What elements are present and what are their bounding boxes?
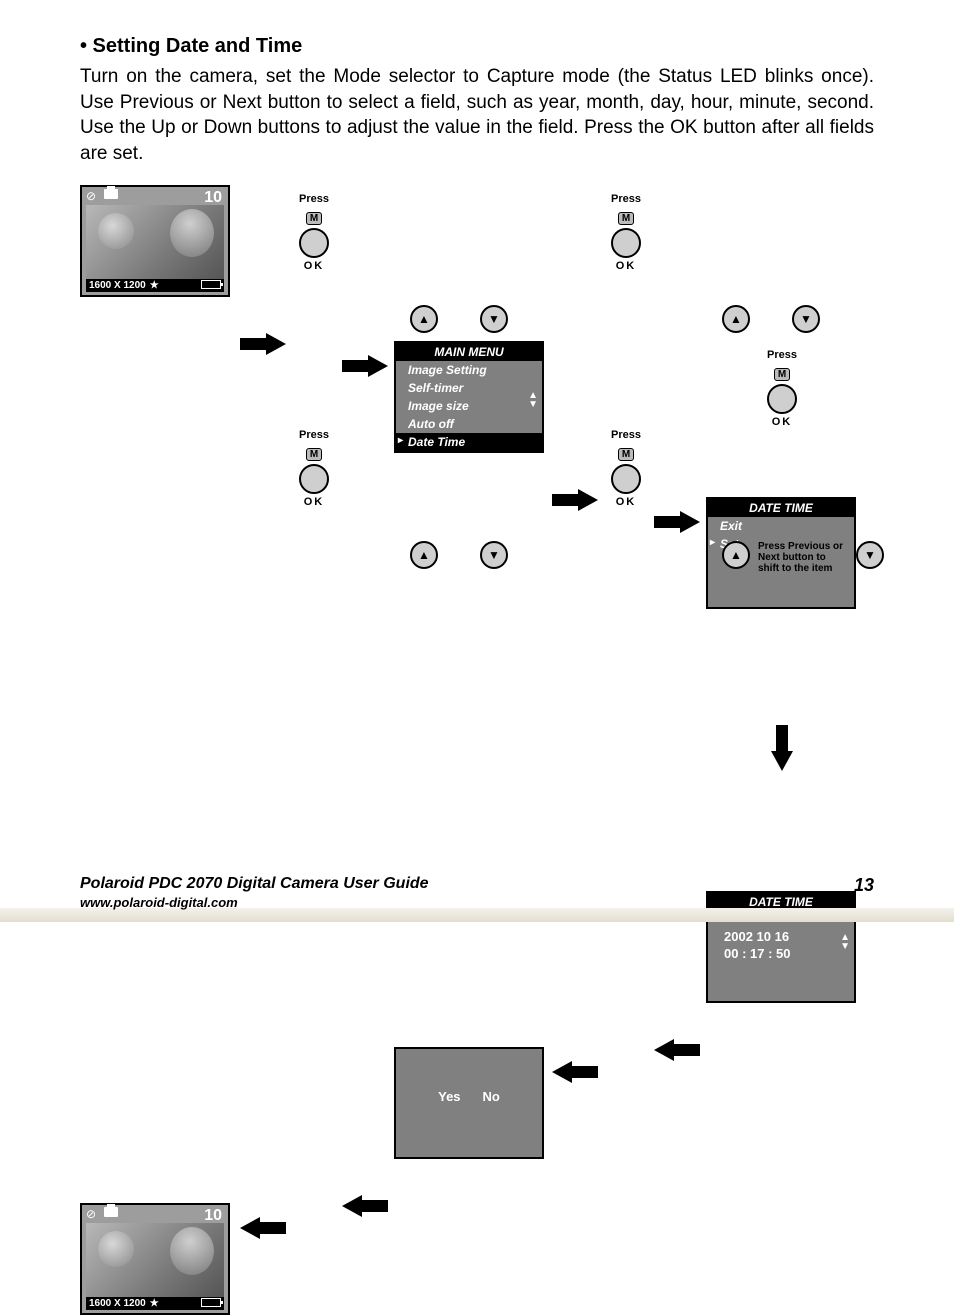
battery-icon — [201, 280, 221, 289]
no-label: No — [483, 1089, 500, 1104]
lcd-preview-2: ⊘ 10 1600 X 1200 ★ — [80, 1203, 230, 1315]
page-number: 13 — [854, 875, 874, 896]
arrow-down-icon — [771, 725, 793, 771]
press-label: Press — [292, 193, 336, 205]
up-down-buttons: ▲ ▼ — [410, 305, 508, 333]
arrow-left-icon — [240, 1217, 286, 1239]
footer-guide-title: Polaroid PDC 2070 Digital Camera User Gu… — [80, 875, 874, 893]
camera-icon — [104, 1207, 118, 1217]
ok-label: OK — [604, 496, 648, 508]
photo-placeholder — [86, 1223, 224, 1297]
up-button-icon: ▲ — [722, 305, 750, 333]
ok-circle-icon — [299, 228, 329, 258]
ok-label: OK — [604, 260, 648, 272]
page-footer: Polaroid PDC 2070 Digital Camera User Gu… — [80, 875, 874, 910]
photo-placeholder — [86, 205, 224, 279]
main-menu-screen: MAIN MENU Image Setting Self-timer Image… — [394, 341, 544, 453]
resolution-bar: 1600 X 1200 ★ — [86, 279, 224, 292]
m-ok-button-4: Press M OK — [604, 429, 648, 508]
m-badge: M — [618, 448, 634, 461]
ok-circle-icon — [611, 228, 641, 258]
arrow-right-icon — [342, 355, 388, 377]
m-ok-button-3: Press M OK — [760, 349, 804, 428]
down-button-icon: ▼ — [792, 305, 820, 333]
section-heading: • Setting Date and Time — [80, 35, 874, 58]
press-label: Press — [760, 349, 804, 361]
up-down-buttons: ▲ ▼ — [410, 541, 508, 569]
menu-item: Self-timer — [396, 379, 542, 397]
ok-circle-icon — [299, 464, 329, 494]
press-label: Press — [604, 429, 648, 441]
ok-circle-icon — [611, 464, 641, 494]
camera-icon — [104, 189, 118, 199]
nav-hint: Press Previous or Next button to shift t… — [758, 541, 848, 574]
m-badge: M — [306, 212, 322, 225]
footer-band — [0, 908, 954, 922]
up-button-icon: ▲ — [722, 541, 750, 569]
resolution-text: 1600 X 1200 — [89, 1298, 146, 1309]
resolution-bar: 1600 X 1200 ★ — [86, 1297, 224, 1310]
scroll-arrows-icon: ▲▼ — [528, 391, 538, 409]
date-value: 2002 10 16 — [724, 929, 854, 944]
down-button-icon: ▼ — [480, 305, 508, 333]
ok-label: OK — [760, 416, 804, 428]
menu-item: Exit — [708, 517, 854, 535]
quality-star-icon: ★ — [150, 1298, 159, 1309]
flash-icon: ⊘ — [86, 189, 96, 203]
m-badge: M — [618, 212, 634, 225]
up-button-icon: ▲ — [410, 305, 438, 333]
press-label: Press — [292, 429, 336, 441]
arrow-right-icon — [654, 511, 700, 533]
up-down-buttons: ▲ ▼ — [722, 305, 820, 333]
ok-label: OK — [292, 260, 336, 272]
menu-item: Image size — [396, 397, 542, 415]
quality-star-icon: ★ — [150, 280, 159, 291]
scroll-arrows-icon: ▲▼ — [840, 933, 850, 951]
down-button-icon: ▼ — [480, 541, 508, 569]
yes-label: Yes — [438, 1089, 460, 1104]
arrow-right-icon — [552, 489, 598, 511]
ok-label: OK — [292, 496, 336, 508]
up-down-buttons-with-hint: ▲ Press Previous or Next button to shift… — [722, 541, 884, 574]
section-body: Turn on the camera, set the Mode selecto… — [80, 64, 874, 167]
resolution-text: 1600 X 1200 — [89, 280, 146, 291]
arrow-left-icon — [552, 1061, 598, 1083]
flash-icon: ⊘ — [86, 1207, 96, 1221]
arrow-left-icon — [654, 1039, 700, 1061]
menu-item: Auto off — [396, 415, 542, 433]
m-ok-button-2: Press M OK — [604, 193, 648, 272]
ok-circle-icon — [767, 384, 797, 414]
m-badge: M — [774, 368, 790, 381]
m-ok-button-1: Press M OK — [292, 193, 336, 272]
arrow-right-icon — [240, 333, 286, 355]
menu-title: MAIN MENU — [396, 343, 542, 361]
menu-title: DATE TIME — [708, 499, 854, 517]
arrow-left-icon — [342, 1195, 388, 1217]
menu-item-selected: Date Time — [396, 433, 542, 451]
time-value: 00 : 17 : 50 — [724, 946, 854, 961]
down-button-icon: ▼ — [856, 541, 884, 569]
up-button-icon: ▲ — [410, 541, 438, 569]
flow-diagram: ⊘ 10 1600 X 1200 ★ Press M OK MAIN MENU … — [70, 185, 890, 635]
confirm-screen: Yes No — [394, 1047, 544, 1159]
lcd-preview-1: ⊘ 10 1600 X 1200 ★ — [80, 185, 230, 297]
footer-url: www.polaroid-digital.com — [80, 895, 874, 910]
press-label: Press — [604, 193, 648, 205]
battery-icon — [201, 1298, 221, 1307]
m-badge: M — [306, 448, 322, 461]
menu-item: Image Setting — [396, 361, 542, 379]
m-ok-button-5: Press M OK — [292, 429, 336, 508]
